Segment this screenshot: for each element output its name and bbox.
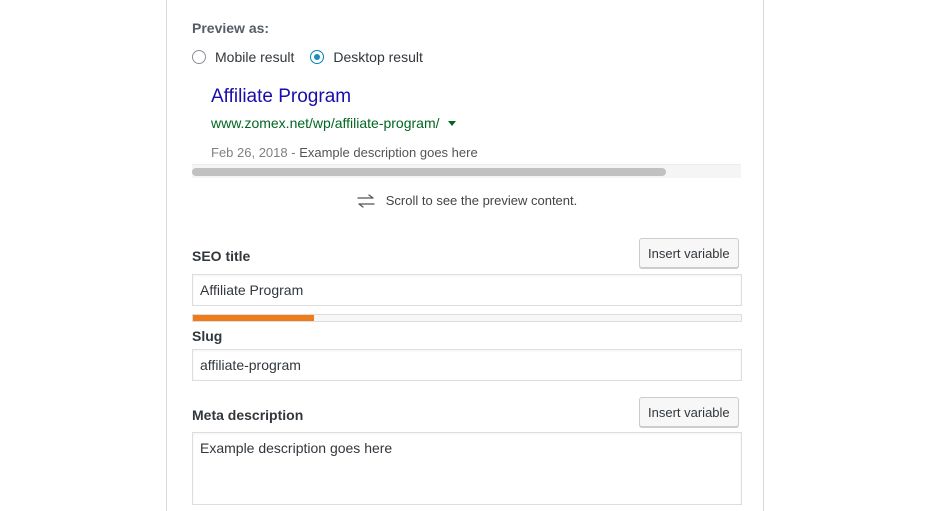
mobile-result-label: Mobile result [215,49,295,65]
serp-preview: Affiliate Program www.zomex.net/wp/affil… [192,78,741,178]
preview-scrollbar[interactable] [192,164,741,178]
scroll-hint-text: Scroll to see the preview content. [385,193,578,208]
swap-arrows-icon [357,193,375,208]
seo-title-insert-variable-button[interactable]: Insert variable [639,238,739,268]
seo-title-input[interactable] [192,274,742,306]
mobile-result-option[interactable]: Mobile result [192,49,294,65]
scroll-hint: Scroll to see the preview content. [192,193,741,208]
snippet-editor-panel: Preview as: Mobile result Desktop result… [166,0,764,511]
slug-label: Slug [192,328,223,344]
caret-down-icon [447,121,456,126]
mobile-result-radio[interactable] [192,50,206,64]
meta-description-textarea[interactable]: Example description goes here [192,432,742,505]
preview-as-label: Preview as: [192,20,270,36]
preview-scrollbar-thumb[interactable] [192,168,666,176]
desktop-result-option[interactable]: Desktop result [310,49,423,65]
serp-description: Feb 26, 2018 - Example description goes … [211,145,478,160]
preview-mode-radio-group: Mobile result Desktop result [192,48,439,66]
serp-url: www.zomex.net/wp/affiliate-program/ [211,115,456,131]
seo-title-label: SEO title [192,248,251,264]
desktop-result-radio[interactable] [310,50,325,64]
serp-title[interactable]: Affiliate Program [211,86,351,108]
meta-description-label: Meta description [192,407,304,423]
meta-description-insert-variable-button[interactable]: Insert variable [639,397,739,427]
serp-url-text: www.zomex.net/wp/affiliate-program/ [211,115,440,131]
seo-title-length-progress-fill [193,315,314,321]
slug-input[interactable] [192,349,742,381]
desktop-result-label: Desktop result [333,49,423,65]
serp-date: Feb 26, 2018 [211,145,288,160]
seo-title-length-progress [192,314,742,322]
serp-description-text: Example description goes here [299,145,478,160]
serp-date-separator: - [287,145,300,160]
